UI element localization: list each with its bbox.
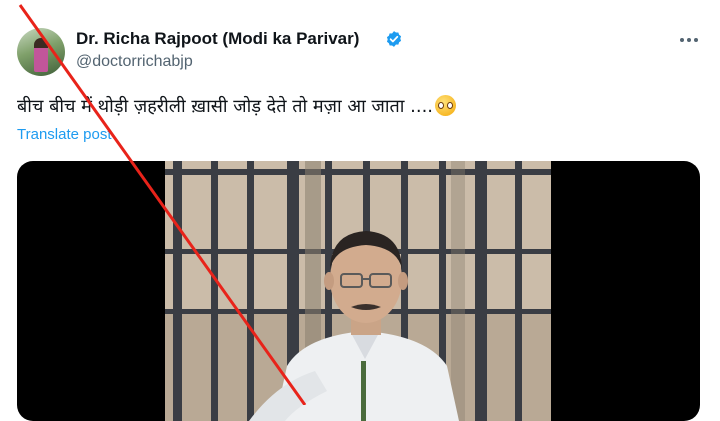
- translate-post-link[interactable]: Translate post: [17, 125, 112, 145]
- post-text: बीच बीच में थोड़ी ज़हरीली ख़ासी जोड़ देत…: [17, 95, 457, 119]
- author-avatar[interactable]: [17, 28, 65, 76]
- pleading-face-emoji-icon: [435, 95, 457, 116]
- video-person: [249, 231, 459, 421]
- author-handle[interactable]: @doctorrichabjp: [76, 52, 193, 72]
- more-options-icon[interactable]: [676, 27, 702, 53]
- post-text-content: बीच बीच में थोड़ी ज़हरीली ख़ासी जोड़ देत…: [17, 96, 434, 117]
- post-video[interactable]: [17, 161, 700, 421]
- verified-badge-icon: [386, 31, 402, 47]
- author-display-name[interactable]: Dr. Richa Rajpoot (Modi ka Parivar): [76, 29, 359, 49]
- avatar-photo: [34, 38, 48, 72]
- video-frame: [165, 161, 551, 421]
